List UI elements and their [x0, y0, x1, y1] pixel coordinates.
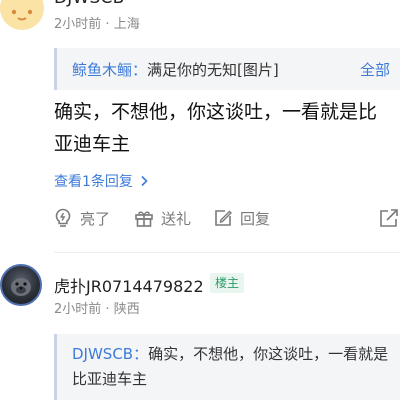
- comment-meta: 2小时前 · 上海: [54, 13, 140, 32]
- quote-author[interactable]: DJWSCB：: [72, 345, 148, 363]
- meta-separator: ·: [105, 17, 114, 32]
- avatar[interactable]: [0, 0, 44, 30]
- comment-location: 陕西: [113, 302, 140, 317]
- quote-text: 满足你的无知[图片]: [147, 61, 279, 79]
- comment-username[interactable]: 虎扑JR0714479822: [54, 273, 204, 297]
- reply-label: 回复: [240, 209, 271, 228]
- edit-reply-icon: [215, 210, 232, 226]
- chevron-right-icon: [141, 175, 149, 187]
- avatar-face-icon: [0, 0, 44, 30]
- quote-bar: [54, 334, 57, 400]
- like-label: 亮了: [80, 209, 111, 228]
- avatar[interactable]: [0, 264, 42, 306]
- view-replies-link[interactable]: 查看1条回复: [54, 171, 149, 191]
- share-icon: [380, 209, 398, 227]
- quote-author[interactable]: 鲸鱼木鲡：: [72, 61, 147, 79]
- gift-button[interactable]: 送礼: [133, 207, 191, 229]
- comment-time: 2小时前: [54, 17, 102, 32]
- comment-time: 2小时前: [54, 302, 102, 317]
- comment-username[interactable]: DJWSCB: [54, 0, 124, 8]
- avatar-dog-icon: [11, 278, 31, 296]
- quote-content: DJWSCB：确实，不想他，你这谈吐，一看就是比亚迪车主: [72, 342, 392, 392]
- comment-text: 确实，不想他，你这谈吐，一看就是比亚迪车主: [54, 101, 378, 155]
- comment-meta: 2小时前 · 陕西: [54, 298, 140, 317]
- like-button[interactable]: 亮了: [52, 207, 110, 229]
- share-button[interactable]: [378, 207, 400, 229]
- lightbulb-icon: [55, 208, 71, 227]
- op-badge: 楼主: [210, 273, 245, 293]
- comment-location: 上海: [113, 17, 140, 32]
- quote-content: 鲸鱼木鲡：满足你的无知[图片]: [72, 59, 279, 80]
- reply-button[interactable]: 回复: [212, 207, 270, 229]
- quoted-comment[interactable]: DJWSCB：确实，不想他，你这谈吐，一看就是比亚迪车主: [54, 334, 400, 400]
- quote-bar: [54, 48, 57, 90]
- meta-separator: ·: [105, 302, 114, 317]
- view-replies-label: 查看1条回复: [54, 174, 133, 190]
- view-all-link[interactable]: 全部: [360, 59, 390, 80]
- gift-label: 送礼: [161, 209, 192, 228]
- quoted-comment[interactable]: 鲸鱼木鲡：满足你的无知[图片] 全部: [54, 48, 400, 90]
- comment-divider: [54, 252, 400, 253]
- gift-icon: [135, 211, 153, 227]
